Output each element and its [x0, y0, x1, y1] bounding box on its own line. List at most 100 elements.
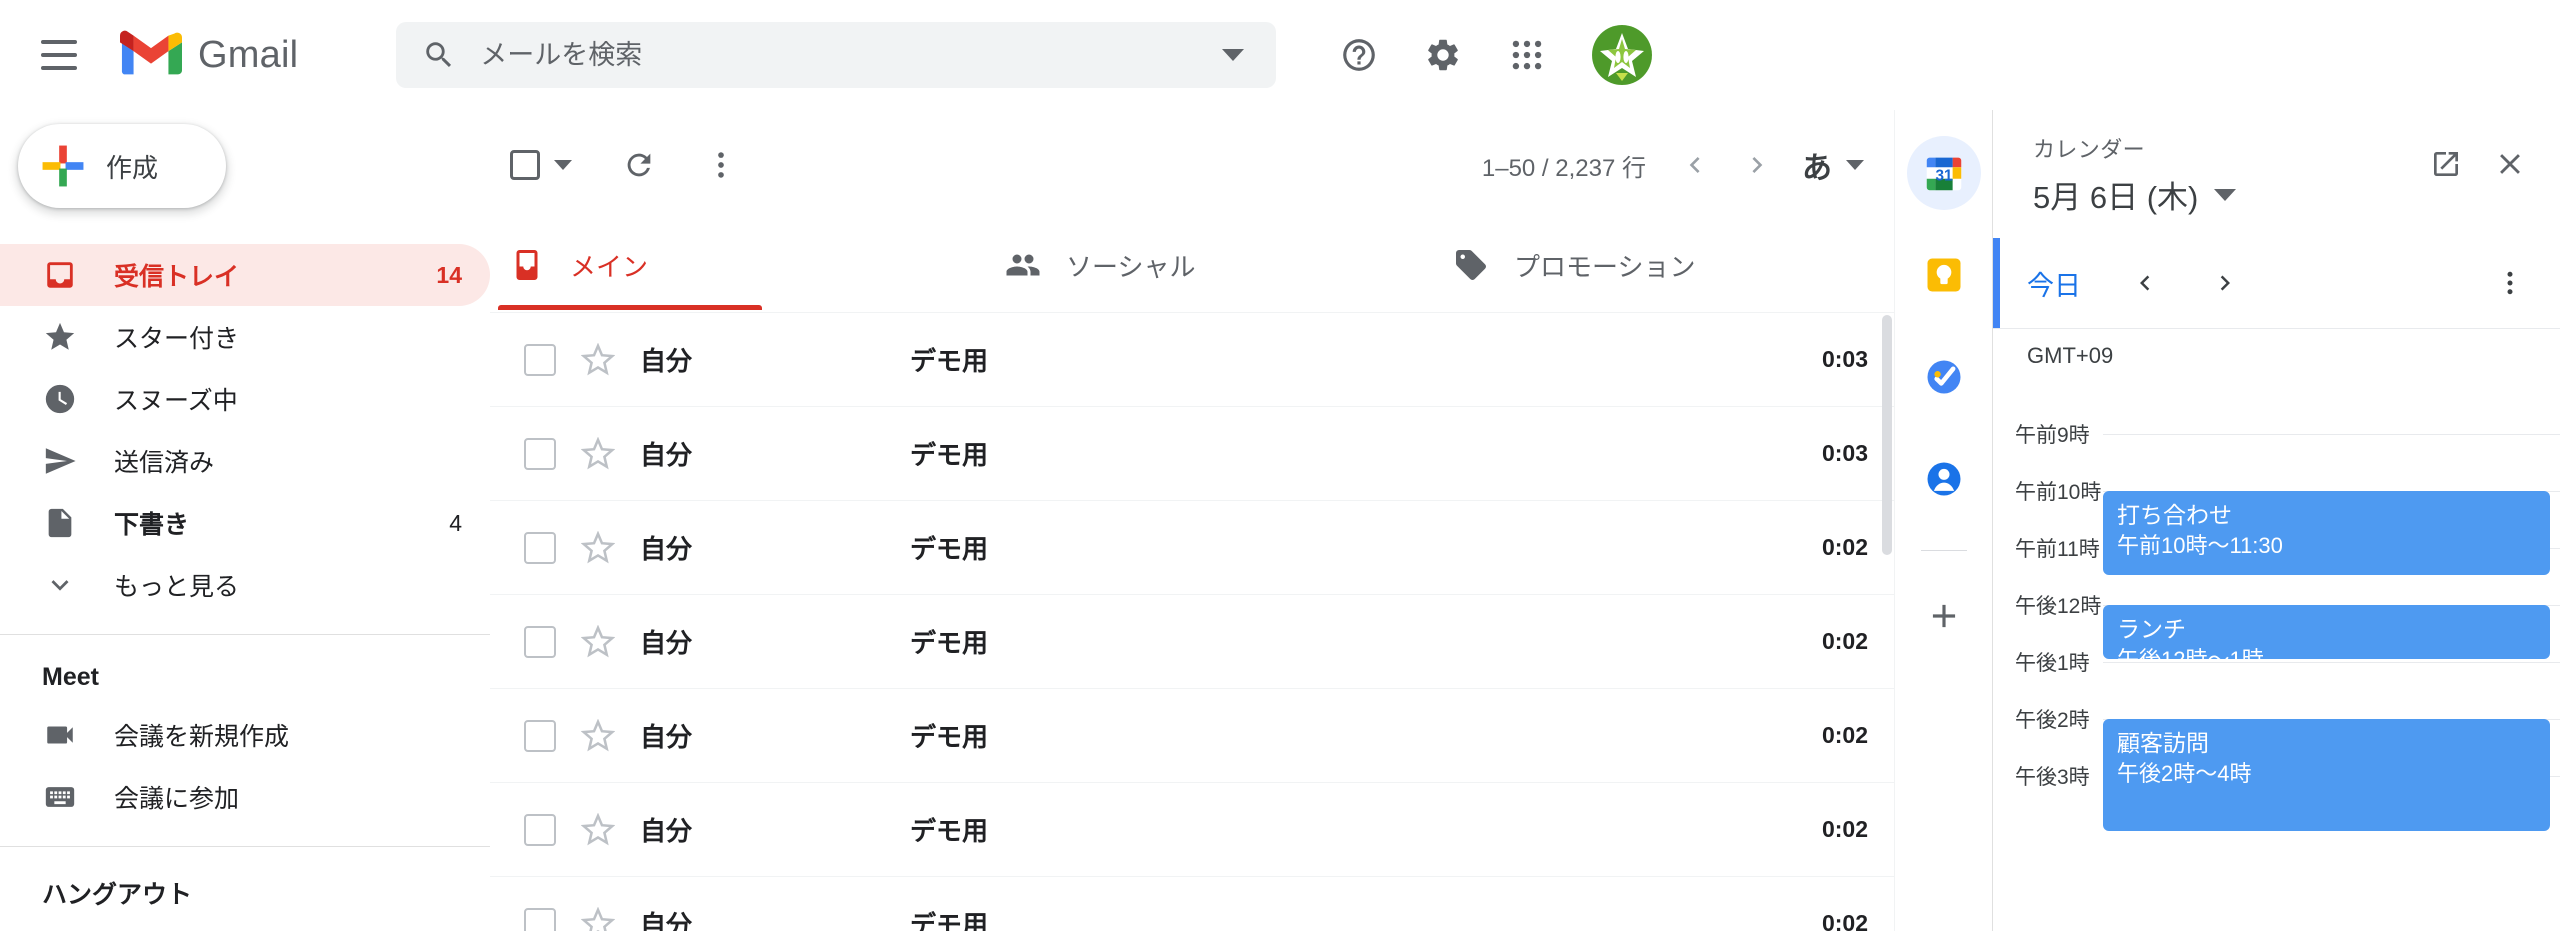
mail-area: 1–50 / 2,237 行 あ メイン ソーシャル プロモーション 自分 デモ…: [490, 110, 1894, 931]
add-addon-icon[interactable]: [1907, 579, 1981, 653]
row-checkbox[interactable]: [524, 719, 556, 752]
hangouts-section-title: ハングアウト: [42, 881, 193, 909]
close-icon[interactable]: [2478, 132, 2542, 196]
calendar-event[interactable]: ランチ 午後12時〜1時: [2103, 605, 2550, 659]
today-button[interactable]: 今日: [2027, 264, 2081, 303]
sidebar-item-label: 送信済み: [114, 449, 215, 477]
table-row[interactable]: 自分 デモ用 0:03: [490, 313, 1894, 407]
row-checkbox[interactable]: [524, 907, 556, 931]
keep-icon[interactable]: [1907, 238, 1981, 312]
more-options-button[interactable]: [688, 132, 754, 198]
row-sender: 自分: [640, 440, 693, 470]
calendar-date-label: 5月 6日 (木): [2033, 180, 2199, 215]
hour-label: 午後2時: [2015, 709, 2090, 732]
table-row[interactable]: 自分 デモ用 0:02: [490, 783, 1894, 877]
star-icon[interactable]: [578, 718, 618, 753]
event-time: 午後12時〜1時: [2117, 646, 2550, 659]
gmail-brand[interactable]: Gmail: [120, 29, 298, 82]
input-tools-button[interactable]: あ: [1802, 143, 1864, 187]
row-sender: 自分: [640, 346, 693, 376]
calendar-date-selector[interactable]: 5月 6日 (木): [2033, 172, 2414, 217]
row-checkbox[interactable]: [524, 343, 556, 376]
calendar-panel: カレンダー 5月 6日 (木) 今日 GMT+09 午前9時 午前10時 午前1…: [1992, 110, 2560, 931]
sidebar-item-more[interactable]: もっと見る: [0, 554, 490, 616]
mail-list-scrollbar[interactable]: [1882, 315, 1892, 555]
sidebar-item-new-meeting[interactable]: 会議を新規作成: [0, 704, 490, 766]
prev-page-button[interactable]: [1664, 134, 1726, 196]
tasks-icon[interactable]: [1907, 340, 1981, 414]
row-checkbox[interactable]: [524, 625, 556, 658]
star-icon[interactable]: [578, 906, 618, 931]
event-time: 午前10時〜11:30: [2117, 532, 2283, 558]
table-row[interactable]: 自分 デモ用 0:02: [490, 501, 1894, 595]
sidebar-item-join-meeting[interactable]: 会議に参加: [0, 766, 490, 828]
calendar-event[interactable]: 顧客訪問 午後2時〜4時: [2103, 719, 2550, 831]
sidebar-item-label: スヌーズ中: [114, 387, 238, 415]
table-row[interactable]: 自分 デモ用 0:03: [490, 407, 1894, 501]
hour-label: 午前10時: [2015, 481, 2102, 504]
rail-divider: [1920, 550, 1967, 551]
sidebar-item-label: 下書き: [114, 511, 190, 539]
sidebar-item-label: 受信トレイ: [114, 263, 240, 291]
row-sender: 自分: [640, 816, 693, 846]
apps-grid-icon[interactable]: [1490, 18, 1564, 92]
search-input[interactable]: [480, 39, 1191, 71]
tab-label: ソーシャル: [1066, 251, 1196, 282]
row-checkbox[interactable]: [524, 437, 556, 470]
row-checkbox[interactable]: [524, 531, 556, 564]
row-sender: 自分: [640, 910, 693, 931]
star-icon[interactable]: [578, 436, 618, 471]
chevron-down-icon[interactable]: [554, 160, 572, 170]
star-icon[interactable]: [578, 342, 618, 377]
chevron-down-icon: [42, 567, 78, 603]
calendar-more-options-icon[interactable]: [2478, 251, 2542, 315]
hour-label: 午後3時: [2015, 766, 2090, 789]
calendar-accent-bar: [1993, 238, 2000, 328]
search-bar[interactable]: [396, 22, 1277, 88]
top-bar: Gmail: [0, 0, 2560, 110]
next-page-button[interactable]: [1726, 134, 1788, 196]
hour-line: [2103, 434, 2560, 435]
select-all-checkbox[interactable]: [510, 150, 572, 180]
sidebar-item-sent[interactable]: 送信済み: [0, 430, 490, 492]
calendar-day-grid[interactable]: 午前9時 午前10時 午前11時 午後12時 午後1時 午後2時 午後3時 打ち…: [1993, 386, 2560, 931]
help-icon[interactable]: [1322, 18, 1396, 92]
prev-day-button[interactable]: [2117, 255, 2173, 311]
brand-title: Gmail: [198, 33, 299, 76]
main-menu-icon[interactable]: [20, 16, 98, 94]
row-checkbox[interactable]: [524, 813, 556, 846]
compose-button[interactable]: 作成: [18, 124, 226, 208]
video-camera-icon: [42, 717, 78, 753]
contacts-icon[interactable]: [1907, 442, 1981, 516]
table-row[interactable]: 自分 デモ用 0:02: [490, 877, 1894, 931]
table-row[interactable]: 自分 デモ用 0:02: [490, 689, 1894, 783]
sidebar-item-starred[interactable]: スター付き: [0, 306, 490, 368]
page-range-label: 1–50 / 2,237 行: [1481, 154, 1646, 182]
sidebar-item-label: 会議を新規作成: [114, 723, 290, 751]
tab-social[interactable]: ソーシャル: [986, 220, 1266, 310]
table-row[interactable]: 自分 デモ用 0:02: [490, 595, 1894, 689]
star-icon[interactable]: [578, 812, 618, 847]
event-title: 顧客訪問: [2117, 730, 2209, 756]
sidebar-item-label: 会議に参加: [114, 785, 240, 813]
tab-primary[interactable]: メイン: [490, 220, 770, 310]
avatar[interactable]: [1592, 25, 1653, 85]
hour-label: 午後1時: [2015, 652, 2090, 675]
mail-toolbar: 1–50 / 2,237 行 あ: [490, 110, 1894, 220]
sidebar-item-snoozed[interactable]: スヌーズ中: [0, 368, 490, 430]
refresh-button[interactable]: [606, 132, 672, 198]
star-icon[interactable]: [578, 624, 618, 659]
sidebar-item-drafts[interactable]: 下書き 4: [0, 492, 490, 554]
tab-promotions[interactable]: プロモーション: [1434, 220, 1714, 310]
row-time: 0:02: [1821, 628, 1868, 654]
gear-icon[interactable]: [1406, 18, 1480, 92]
gmail-logo-icon: [120, 29, 182, 82]
clock-icon: [42, 381, 78, 417]
next-day-button[interactable]: [2197, 255, 2253, 311]
calendar-event[interactable]: 打ち合わせ 午前10時〜11:30: [2103, 491, 2550, 575]
calendar-icon[interactable]: 31: [1906, 136, 1981, 210]
open-in-new-icon[interactable]: [2414, 132, 2478, 196]
sidebar-item-inbox[interactable]: 受信トレイ 14: [0, 244, 490, 306]
star-icon[interactable]: [578, 530, 618, 565]
search-options-icon[interactable]: [1190, 22, 1276, 88]
